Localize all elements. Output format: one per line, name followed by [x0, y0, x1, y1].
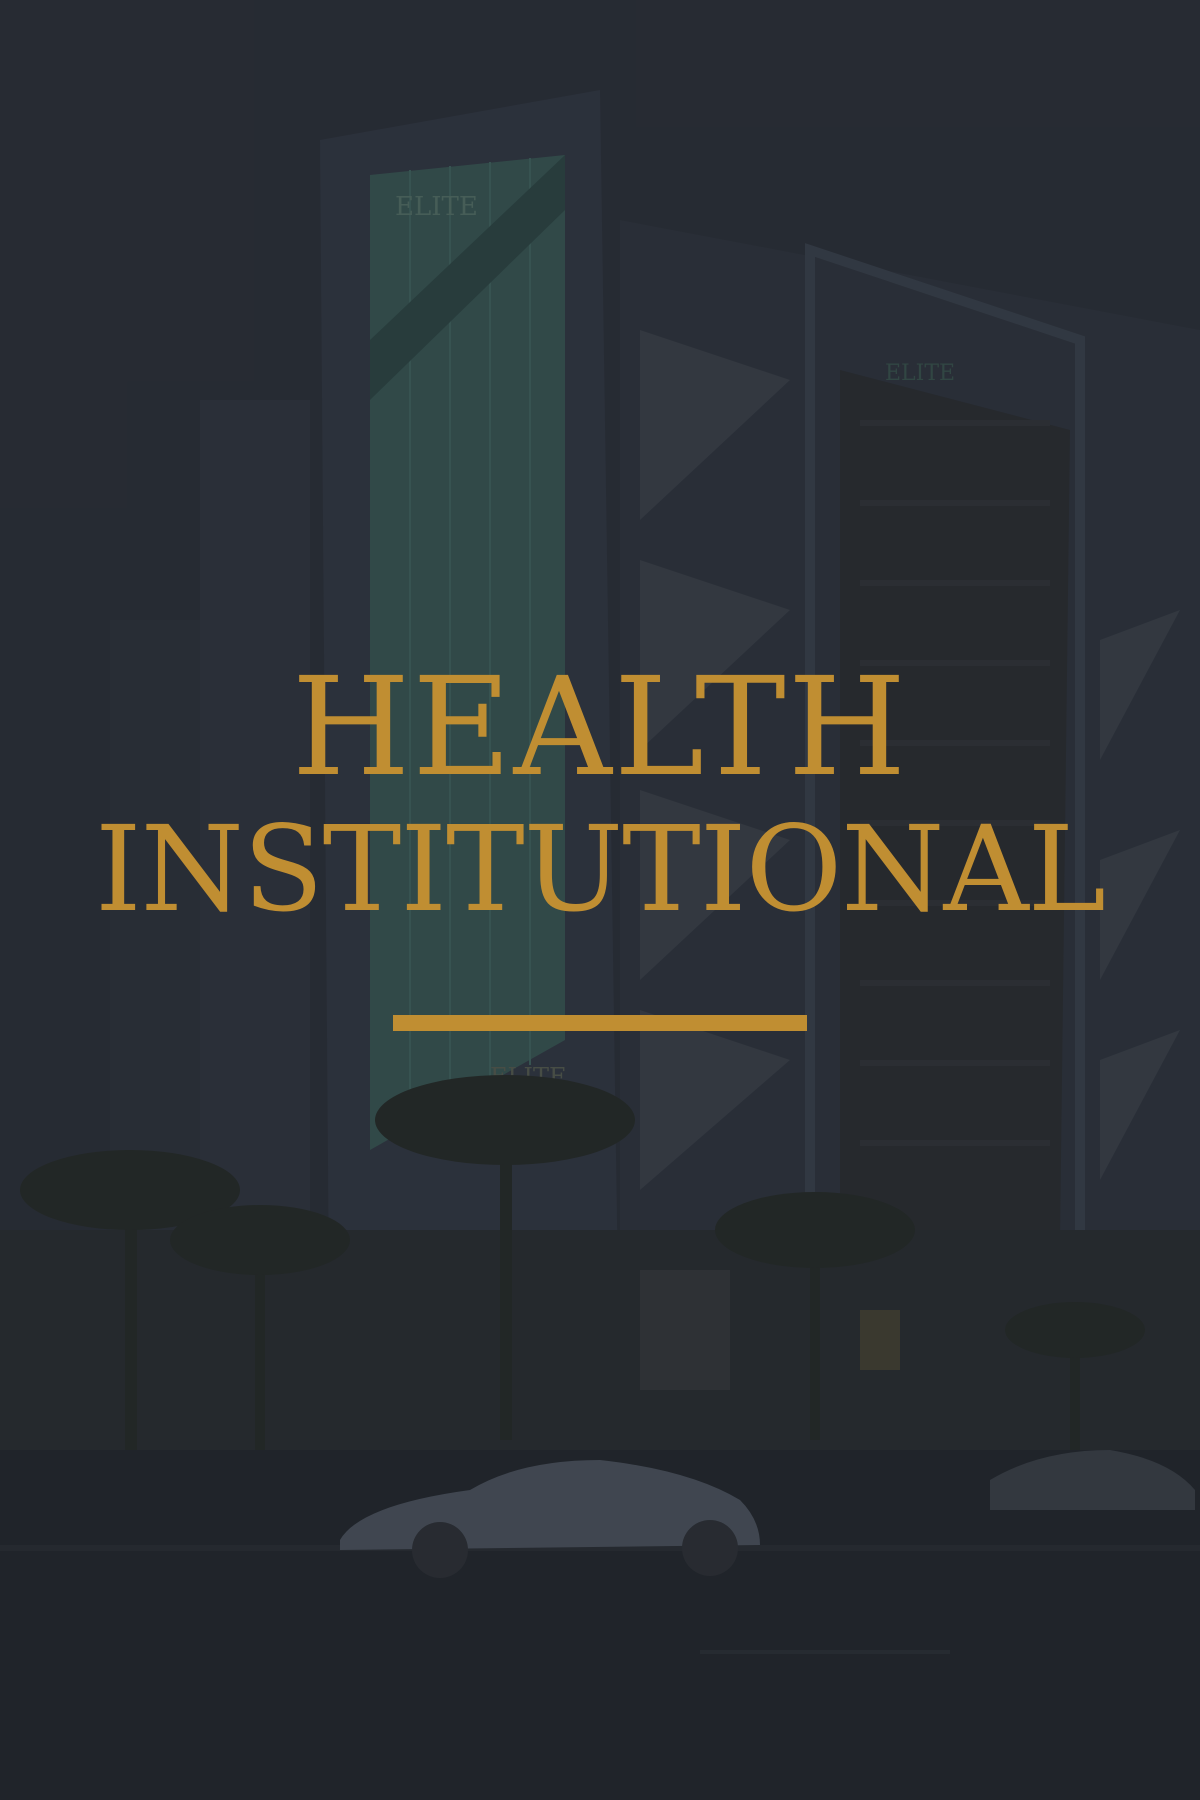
title-line-health: HEALTH [291, 649, 909, 807]
building-sign-top: ELITE [395, 192, 478, 222]
hero-banner: ELITE ELITE ELITE [0, 0, 1200, 1800]
title-line-institutional: INSTITUTIONAL [94, 800, 1106, 938]
title-underline-divider [393, 1015, 807, 1031]
hero-title: HEALTH INSTITUTIONAL [0, 660, 1200, 960]
building-sign-right: ELITE [885, 361, 955, 386]
